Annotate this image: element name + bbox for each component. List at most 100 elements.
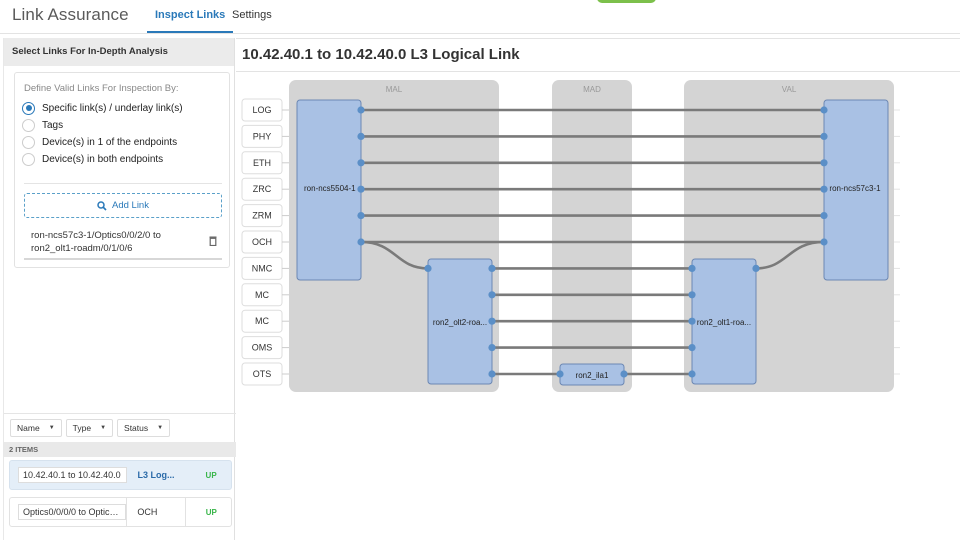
tab-inspect-links[interactable]: Inspect Links bbox=[146, 9, 234, 33]
port-dot[interactable] bbox=[820, 212, 828, 220]
top-bar: Link Assurance Inspect Links Settings bbox=[0, 0, 960, 34]
port-dot[interactable] bbox=[357, 185, 365, 193]
radio-device-one-endpoint[interactable]: Device(s) in 1 of the endpoints bbox=[22, 135, 177, 149]
layer-label: MC bbox=[255, 290, 269, 300]
layer-label: NMC bbox=[252, 263, 273, 273]
status-badge: UP bbox=[205, 470, 217, 480]
filter-label: Status bbox=[124, 423, 149, 433]
port-dot[interactable] bbox=[820, 159, 828, 167]
port-dot[interactable] bbox=[357, 106, 365, 114]
radio-button[interactable] bbox=[22, 101, 35, 115]
port-dot[interactable] bbox=[488, 370, 496, 378]
port-dot[interactable] bbox=[820, 106, 828, 114]
radio-button[interactable] bbox=[22, 118, 35, 132]
add-link-button[interactable]: Add Link bbox=[24, 193, 222, 218]
search-icon bbox=[97, 200, 107, 211]
status-badge: UP bbox=[205, 507, 217, 517]
radio-tags[interactable]: Tags bbox=[22, 118, 63, 132]
divider bbox=[184, 498, 186, 526]
layer-label: OCH bbox=[252, 237, 272, 247]
caret-down-icon: ▼ bbox=[100, 425, 107, 431]
item-type: OCH bbox=[137, 507, 158, 517]
port-dot[interactable] bbox=[688, 370, 696, 378]
port-dot[interactable] bbox=[488, 344, 496, 352]
add-link-label: Add Link bbox=[112, 200, 149, 211]
link-diagram: MAL MAD VAL LOG PHY ETH ZRC ZRM OCH NMC MC MC OMS… bbox=[241, 80, 900, 392]
page-title: 10.42.40.1 to 10.42.40.0 L3 Logical Link bbox=[242, 46, 520, 63]
port-dot[interactable] bbox=[688, 264, 696, 272]
app-title: Link Assurance bbox=[12, 5, 129, 24]
filter-label: Name bbox=[17, 423, 40, 433]
caret-down-icon: ▼ bbox=[157, 425, 164, 431]
radio-label: Tags bbox=[42, 119, 64, 131]
port-dot[interactable] bbox=[357, 238, 365, 246]
layer-label: ETH bbox=[253, 158, 271, 168]
port-dot[interactable] bbox=[820, 132, 828, 140]
radio-button[interactable] bbox=[22, 152, 35, 166]
port-dot[interactable] bbox=[688, 291, 696, 299]
port-dot[interactable] bbox=[620, 370, 628, 378]
domain-label-mad: MAD bbox=[583, 85, 601, 94]
selected-link-line1: ron-ncs57c3-1/Optics0/0/2/0 to bbox=[31, 230, 161, 241]
divider bbox=[24, 183, 222, 184]
selected-link-entry: ron-ncs57c3-1/Optics0/0/2/0 to ron2_olt1… bbox=[31, 229, 191, 255]
sidebar-header: Select Links For In-Depth Analysis bbox=[4, 38, 234, 66]
layer-label: OMS bbox=[252, 343, 273, 353]
filter-label: Type bbox=[72, 423, 92, 433]
filter-status-dropdown[interactable]: Status ▼ bbox=[117, 419, 171, 437]
caret-down-icon: ▼ bbox=[48, 425, 55, 431]
node-label: ron2_olt1-roa... bbox=[697, 318, 751, 327]
selected-link-line2: ron2_olt1-roadm/0/1/0/6 bbox=[31, 243, 133, 254]
radio-button[interactable] bbox=[22, 135, 35, 149]
layer-label: PHY bbox=[253, 131, 272, 141]
layer-label: ZRC bbox=[253, 184, 272, 194]
divider bbox=[126, 498, 128, 526]
define-title: Define Valid Links For Inspection By: bbox=[24, 83, 179, 94]
list-item[interactable]: 10.42.40.1 to 10.42.40.0 L3 Log... UP bbox=[9, 460, 232, 490]
port-dot[interactable] bbox=[488, 317, 496, 325]
filter-type-dropdown[interactable]: Type ▼ bbox=[65, 419, 114, 437]
port-dot[interactable] bbox=[688, 317, 696, 325]
port-dot[interactable] bbox=[357, 159, 365, 167]
port-dot[interactable] bbox=[357, 212, 365, 220]
divider bbox=[236, 38, 960, 39]
layer-label: MC bbox=[255, 316, 269, 326]
trash-icon[interactable] bbox=[209, 236, 217, 246]
item-name: Optics0/0/0/0 to Optics0... bbox=[18, 504, 127, 520]
node-label: ron2_ila1 bbox=[576, 371, 609, 380]
filter-name-dropdown[interactable]: Name ▼ bbox=[10, 419, 62, 437]
radio-specific-links[interactable]: Specific link(s) / underlay link(s) bbox=[22, 101, 183, 115]
domain-label-val: VAL bbox=[782, 85, 797, 94]
layer-label: LOG bbox=[252, 105, 271, 115]
action-button[interactable] bbox=[597, 0, 656, 3]
item-name: 10.42.40.1 to 10.42.40.0 bbox=[18, 467, 128, 483]
port-dot[interactable] bbox=[688, 344, 696, 352]
list-item[interactable]: Optics0/0/0/0 to Optics0... OCH UP bbox=[9, 497, 232, 527]
filter-bar: Name ▼ Type ▼ Status ▼ bbox=[4, 413, 236, 441]
port-dot[interactable] bbox=[752, 264, 760, 272]
tab-settings[interactable]: Settings bbox=[232, 9, 272, 21]
port-dot[interactable] bbox=[424, 264, 432, 272]
layer-label: ZRM bbox=[252, 211, 272, 221]
node-label: ron-ncs5504-1 bbox=[304, 184, 356, 193]
layer-label: OTS bbox=[253, 369, 272, 379]
port-dot[interactable] bbox=[820, 185, 828, 193]
radio-device-both-endpoints[interactable]: Device(s) in both endpoints bbox=[22, 152, 163, 166]
domain-mad bbox=[552, 80, 632, 392]
node-label: ron-ncs57c3-1 bbox=[829, 184, 881, 193]
node-label: ron2_olt2-roa... bbox=[433, 318, 487, 327]
radio-label: Device(s) in both endpoints bbox=[42, 153, 164, 165]
port-dot[interactable] bbox=[820, 238, 828, 246]
define-links-panel: Define Valid Links For Inspection By: Sp… bbox=[14, 72, 230, 268]
items-count: 2 ITEMS bbox=[4, 442, 236, 457]
sidebar: Select Links For In-Depth Analysis Defin… bbox=[3, 38, 236, 540]
port-dot[interactable] bbox=[556, 370, 564, 378]
domain-label-mal: MAL bbox=[386, 85, 403, 94]
port-dot[interactable] bbox=[488, 264, 496, 272]
port-dot[interactable] bbox=[357, 132, 365, 140]
port-dot[interactable] bbox=[488, 291, 496, 299]
item-type: L3 Log... bbox=[137, 470, 175, 480]
divider bbox=[24, 258, 222, 260]
radio-label: Device(s) in 1 of the endpoints bbox=[42, 136, 178, 148]
radio-label: Specific link(s) / underlay link(s) bbox=[42, 102, 183, 114]
